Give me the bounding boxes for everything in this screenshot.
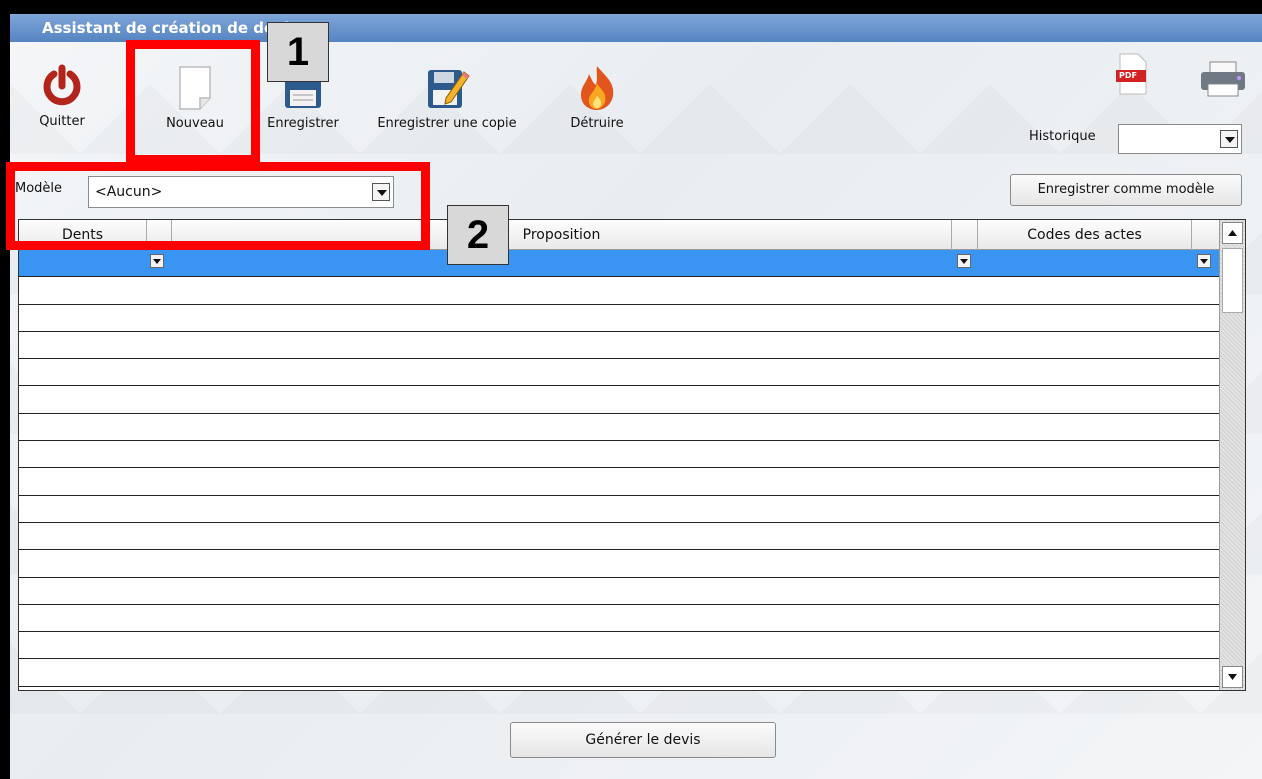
quit-label: Quitter	[39, 114, 85, 129]
grid-rows	[19, 250, 1219, 687]
generate-quote-button[interactable]: Générer le devis	[510, 722, 776, 758]
destroy-label: Détruire	[570, 116, 624, 131]
table-row[interactable]	[19, 659, 1219, 687]
table-row[interactable]	[19, 386, 1219, 414]
table-row[interactable]	[19, 441, 1219, 469]
table-row[interactable]	[19, 332, 1219, 360]
column-header-proposal[interactable]: Proposition	[172, 220, 952, 250]
fire-icon	[581, 66, 614, 110]
model-label: Modèle	[15, 181, 63, 196]
column-header-proposal-dropdown[interactable]	[952, 220, 978, 250]
column-header-teeth[interactable]: Dents	[19, 220, 147, 250]
column-header-act-codes-dropdown[interactable]	[1192, 220, 1219, 250]
table-row[interactable]	[19, 523, 1219, 551]
act-codes-cell-dropdown-icon[interactable]	[1197, 254, 1211, 268]
vertical-scrollbar[interactable]	[1219, 220, 1245, 690]
table-row[interactable]	[19, 359, 1219, 387]
save-copy-icon	[428, 70, 470, 108]
teeth-cell-dropdown-icon[interactable]	[150, 254, 164, 268]
table-row[interactable]	[19, 468, 1219, 496]
save-label: Enregistrer	[267, 116, 339, 131]
new-document-icon	[179, 66, 211, 110]
new-label: Nouveau	[166, 116, 224, 131]
model-dropdown[interactable]: <Aucun>	[88, 176, 394, 208]
quote-wizard-window: Assistant de création de devis Quitter N…	[10, 14, 1262, 779]
save-copy-label: Enregistrer une copie	[377, 116, 517, 131]
printer-icon	[1201, 61, 1245, 97]
chevron-down-icon[interactable]	[1220, 130, 1238, 148]
proposal-cell-dropdown-icon[interactable]	[957, 254, 971, 268]
save-copy-button[interactable]: Enregistrer une copie	[362, 64, 532, 131]
grid-header: Dents Proposition Codes des actes	[19, 220, 1219, 250]
table-row-selected[interactable]	[19, 250, 1219, 278]
table-row[interactable]	[19, 496, 1219, 523]
quit-button[interactable]: Quitter	[32, 64, 92, 129]
table-row[interactable]	[19, 305, 1219, 332]
scroll-down-button[interactable]	[1222, 666, 1243, 688]
pdf-export-button[interactable]: PDF	[1114, 52, 1150, 96]
arrow-up-icon	[1228, 230, 1237, 236]
table-row[interactable]	[19, 550, 1219, 578]
scroll-thumb[interactable]	[1222, 248, 1243, 313]
column-header-act-codes[interactable]: Codes des actes	[978, 220, 1192, 250]
arrow-down-icon	[1228, 674, 1237, 680]
chevron-down-icon[interactable]	[372, 183, 390, 201]
callout-number-1: 1	[267, 22, 329, 82]
table-row[interactable]	[19, 578, 1219, 605]
destroy-button[interactable]: Détruire	[562, 64, 632, 131]
print-button[interactable]	[1198, 60, 1248, 100]
history-label: Historique	[1029, 129, 1096, 144]
table-row[interactable]	[19, 414, 1219, 442]
history-dropdown[interactable]	[1118, 124, 1242, 154]
power-icon	[43, 64, 81, 106]
table-row[interactable]	[19, 605, 1219, 633]
pdf-badge-text: PDF	[1119, 71, 1137, 80]
window-title: Assistant de création de devis	[10, 14, 1262, 42]
save-as-model-button[interactable]: Enregistrer comme modèle	[1010, 174, 1242, 206]
table-row[interactable]	[19, 277, 1219, 305]
proposals-grid: Dents Proposition Codes des actes	[18, 219, 1246, 691]
callout-number-2: 2	[447, 205, 509, 265]
table-row[interactable]	[19, 632, 1219, 660]
column-header-teeth-dropdown[interactable]	[147, 220, 172, 250]
model-value: <Aucun>	[95, 184, 163, 200]
new-button[interactable]: Nouveau	[155, 64, 235, 131]
scroll-up-button[interactable]	[1222, 222, 1243, 244]
